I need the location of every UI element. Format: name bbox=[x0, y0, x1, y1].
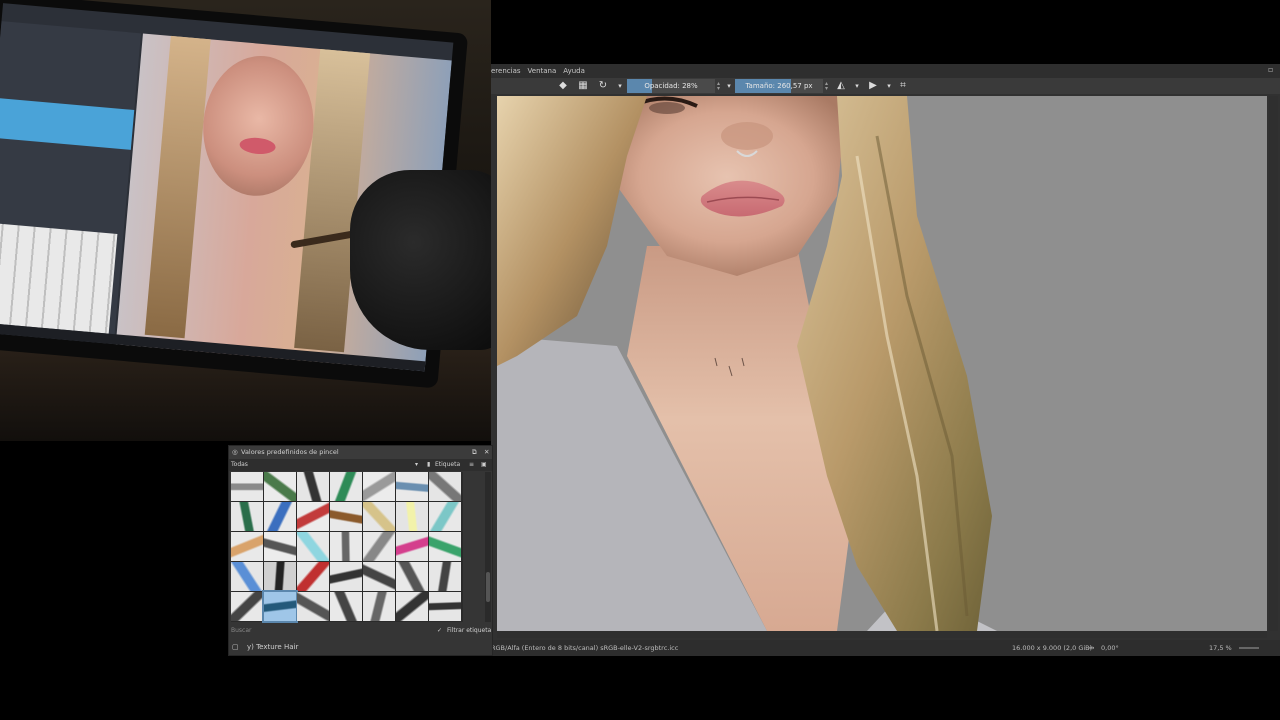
image-size-text: 16.000 x 9.000 (2,0 GiB) bbox=[1012, 644, 1093, 652]
brush-preset-item[interactable] bbox=[231, 592, 263, 621]
brush-preset-item[interactable] bbox=[429, 532, 461, 561]
gloved-hand bbox=[350, 170, 491, 350]
zoom-slider[interactable] bbox=[1239, 647, 1259, 649]
docker-title-bar: ◎ Valores predefinidos de pincel ⧉ ✕ bbox=[229, 446, 492, 459]
rotation-icon: ↔ bbox=[1089, 644, 1095, 652]
color-space-text: RGB/Alfa (Entero de 8 bits/canal) sRGB-e… bbox=[491, 644, 679, 652]
chevron-down-icon[interactable]: ▾ bbox=[723, 80, 735, 92]
brush-presets-docker: ◎ Valores predefinidos de pincel ⧉ ✕ Tod… bbox=[228, 445, 493, 656]
opacity-label: Opacidad: 28% bbox=[644, 82, 698, 90]
brush-preset-item[interactable] bbox=[297, 562, 329, 591]
opacity-spin-icon[interactable]: ▴ ▾ bbox=[717, 81, 720, 92]
brush-preset-item[interactable] bbox=[297, 532, 329, 561]
preset-scrollbar[interactable] bbox=[485, 472, 491, 622]
brush-preset-item[interactable] bbox=[330, 502, 362, 531]
filter-tag-checkbox[interactable]: ✓ bbox=[437, 625, 442, 637]
brush-preset-item[interactable] bbox=[330, 532, 362, 561]
brush-preset-item[interactable] bbox=[396, 562, 428, 591]
zoom-text[interactable]: 17,5 % bbox=[1209, 640, 1232, 656]
mirror-horizontal-icon[interactable]: ◭ bbox=[835, 80, 847, 92]
eraser-icon[interactable]: ◆ bbox=[557, 80, 569, 92]
brush-preset-item[interactable] bbox=[363, 472, 395, 501]
tag-button[interactable]: Etiqueta bbox=[435, 459, 460, 471]
chevron-down-icon[interactable]: ▾ bbox=[883, 80, 895, 92]
brush-preset-item[interactable] bbox=[396, 502, 428, 531]
brush-preset-item[interactable] bbox=[330, 562, 362, 591]
brush-preset-item[interactable] bbox=[297, 472, 329, 501]
menu-bar: erencias Ventana Ayuda ▫ bbox=[491, 64, 1280, 78]
brush-preset-item[interactable] bbox=[297, 502, 329, 531]
brush-preset-item[interactable] bbox=[264, 502, 296, 531]
drawing-canvas[interactable] bbox=[497, 96, 1267, 631]
mirror-vertical-icon[interactable]: ▶ bbox=[867, 80, 879, 92]
vertical-scrollbar[interactable] bbox=[1269, 96, 1278, 631]
brush-preset-item[interactable] bbox=[330, 472, 362, 501]
preset-grid bbox=[231, 472, 463, 623]
rotation-text: 0,00° bbox=[1101, 644, 1119, 652]
current-preset-name: y) Texture Hair bbox=[247, 643, 299, 651]
chevron-down-icon[interactable]: ▾ bbox=[415, 459, 418, 471]
size-slider[interactable]: Tamaño: 260,57 px bbox=[735, 79, 823, 93]
search-input[interactable]: Buscar bbox=[231, 625, 431, 637]
brush-preset-item[interactable] bbox=[396, 532, 428, 561]
wrap-around-icon[interactable]: ⌗ bbox=[897, 80, 909, 92]
brush-preset-item[interactable] bbox=[330, 592, 362, 621]
brush-preset-item[interactable] bbox=[264, 532, 296, 561]
filter-tag-label: Filtrar etiqueta bbox=[447, 627, 492, 634]
brush-preset-item[interactable] bbox=[297, 592, 329, 621]
docker-title: Valores predefinidos de pincel bbox=[241, 448, 339, 456]
krita-window: erencias Ventana Ayuda ▫ ◆ ▦ ↻ ▾ Opacida… bbox=[491, 64, 1280, 656]
horizontal-scrollbar[interactable] bbox=[497, 631, 1267, 638]
status-bar: RGB/Alfa (Entero de 8 bits/canal) sRGB-e… bbox=[491, 640, 1280, 656]
brush-preset-item[interactable] bbox=[429, 502, 461, 531]
menu-item-settings[interactable]: erencias bbox=[491, 67, 521, 75]
alpha-lock-icon[interactable]: ▦ bbox=[577, 80, 589, 92]
menu-item-help[interactable]: Ayuda bbox=[563, 67, 585, 75]
reset-icon[interactable]: ↻ bbox=[597, 80, 609, 92]
portrait-painting bbox=[497, 96, 1267, 631]
brush-preset-item[interactable] bbox=[363, 592, 395, 621]
list-view-icon[interactable]: ≡ bbox=[469, 459, 474, 471]
chevron-down-icon[interactable]: ▾ bbox=[614, 80, 626, 92]
brush-preset-item[interactable] bbox=[363, 562, 395, 591]
opacity-slider[interactable]: Opacidad: 28% bbox=[627, 79, 715, 93]
search-row: Buscar ✓ Filtrar etiqueta bbox=[229, 625, 492, 637]
brush-preset-item[interactable] bbox=[363, 502, 395, 531]
preset-icon: ▢ bbox=[232, 643, 239, 651]
brush-preset-item[interactable] bbox=[231, 502, 263, 531]
size-label: Tamaño: 260,57 px bbox=[745, 82, 813, 90]
brush-preset-item[interactable] bbox=[231, 532, 263, 561]
tag-filter-select[interactable]: Todas bbox=[231, 459, 248, 471]
webcam-overlay bbox=[0, 0, 491, 441]
size-spin-icon[interactable]: ▴ ▾ bbox=[825, 81, 828, 92]
menu-item-window[interactable]: Ventana bbox=[528, 67, 557, 75]
brush-preset-item[interactable] bbox=[363, 532, 395, 561]
brush-preset-item[interactable] bbox=[396, 592, 428, 621]
brush-preset-item[interactable] bbox=[429, 592, 461, 621]
brush-preset-item[interactable] bbox=[231, 562, 263, 591]
settings-icon[interactable]: ▣ bbox=[481, 459, 487, 471]
brush-preset-item[interactable] bbox=[429, 472, 461, 501]
float-icon[interactable]: ⧉ bbox=[472, 446, 477, 459]
brush-toolbar: ◆ ▦ ↻ ▾ Opacidad: 28% ▴ ▾ ▾ Tamaño: 260,5… bbox=[491, 78, 1280, 94]
brush-preset-item[interactable] bbox=[429, 562, 461, 591]
restore-icon[interactable]: ▫ bbox=[1268, 66, 1276, 74]
brush-preset-item[interactable] bbox=[262, 590, 298, 623]
brush-preset-item[interactable] bbox=[396, 472, 428, 501]
close-icon[interactable]: ✕ bbox=[484, 446, 489, 459]
docker-menu-icon[interactable]: ◎ bbox=[232, 446, 238, 459]
tag-icon[interactable]: ▮ bbox=[427, 459, 430, 471]
brush-preset-item[interactable] bbox=[264, 472, 296, 501]
brush-preset-item[interactable] bbox=[264, 562, 296, 591]
brush-preset-item[interactable] bbox=[231, 472, 263, 501]
tag-row: Todas ▾ ▮ Etiqueta ≡ ▣ bbox=[229, 459, 492, 471]
current-preset-row: ▢ y) Texture Hair bbox=[229, 639, 492, 655]
chevron-down-icon[interactable]: ▾ bbox=[851, 80, 863, 92]
